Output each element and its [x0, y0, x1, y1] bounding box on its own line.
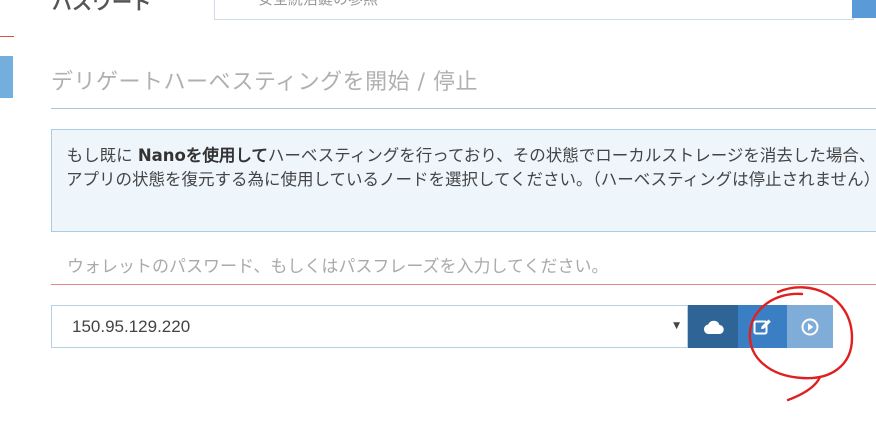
top-input-placeholder: 安全統治鍵の参照 — [258, 0, 378, 9]
password-input[interactable]: ウォレットのパスワード、もしくはパスフレーズを入力してください。 — [67, 252, 608, 277]
left-sidebar-tab[interactable] — [0, 56, 13, 98]
edit-button[interactable] — [738, 305, 787, 348]
chevron-down-icon: ▼ — [673, 321, 680, 331]
cloud-button[interactable] — [688, 305, 738, 348]
node-select-value: 150.95.129.220 — [72, 317, 191, 336]
password-label-top: パスワード — [52, 0, 152, 14]
left-divider — [0, 36, 14, 37]
start-harvesting-button[interactable] — [787, 305, 833, 348]
edit-icon — [753, 319, 771, 334]
password-input-underline — [51, 284, 876, 285]
top-button-edge[interactable] — [852, 0, 876, 18]
node-select[interactable]: 150.95.129.220 ▼ — [51, 305, 688, 348]
play-circle-icon — [801, 318, 819, 335]
section-heading: デリゲートハーベスティングを開始 / 停止 — [51, 70, 479, 95]
info-text-before: もし既に — [66, 146, 138, 165]
info-text-bold: Nanoを使用して — [137, 146, 268, 165]
cloud-icon — [703, 320, 724, 334]
info-alert: もし既に Nanoを使用してハーベスティングを行っており、その状態でローカルスト… — [51, 129, 876, 232]
info-text: もし既に Nanoを使用してハーベスティングを行っており、その状態でローカルスト… — [52, 144, 876, 192]
section-divider — [51, 108, 876, 109]
